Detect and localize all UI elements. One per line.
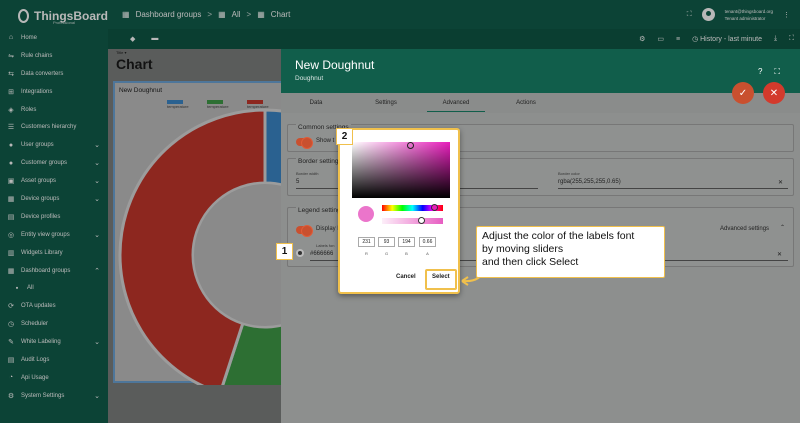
advanced-settings-label[interactable]: Advanced settings — [720, 226, 769, 232]
green-label: G — [384, 251, 389, 256]
select-button-highlight — [425, 269, 457, 290]
tab-advanced[interactable]: Advanced — [421, 93, 491, 113]
apply-button[interactable]: ✓ — [732, 82, 754, 104]
labels-font-input[interactable]: #666666 — [310, 251, 333, 257]
red-label: R — [365, 251, 368, 256]
border-color-underline — [558, 188, 788, 189]
blue-input[interactable]: 194 — [398, 237, 415, 247]
panel-title: New Doughnut — [295, 58, 375, 72]
blue-label: B — [405, 251, 408, 256]
red-input[interactable]: 231 — [358, 237, 375, 247]
app-root: ThingsBoard Professional ⌂ Home ⇋ Rule chai… — [0, 0, 800, 423]
alpha-slider[interactable] — [382, 218, 443, 224]
help-icon[interactable]: ? — [758, 67, 762, 77]
alpha-input[interactable]: 0.66 — [419, 237, 436, 247]
callout-line-3: and then click Select — [482, 256, 579, 268]
close-icon: ✕ — [769, 87, 779, 99]
instruction-callout: Adjust the color of the labels font by m… — [476, 226, 665, 278]
saturation-handle[interactable] — [407, 142, 414, 149]
cancel-button[interactable]: Cancel — [396, 274, 416, 280]
border-width-label: Border width — [296, 171, 319, 176]
display-legend-toggle[interactable] — [296, 225, 313, 237]
border-color-input[interactable]: rgba(255,255,255,0.65) — [558, 179, 621, 185]
chevron-up-icon[interactable]: ⌃ — [780, 224, 785, 231]
color-preview — [358, 206, 374, 222]
show-toggle-label: Show t — [316, 138, 335, 144]
panel-tabs: Data Settings Advanced Actions — [281, 93, 800, 113]
alpha-slider-handle[interactable] — [418, 217, 425, 224]
callout-line-2: by moving sliders — [482, 243, 564, 255]
tab-actions[interactable]: Actions — [491, 93, 561, 113]
saturation-area[interactable] — [352, 142, 450, 198]
panel-header: New Doughnut Doughnut ? ⛶ — [281, 49, 800, 93]
step-badge-2: 2 — [336, 128, 353, 145]
fullscreen-icon[interactable]: ⛶ — [774, 67, 780, 77]
border-settings-label: Border setting — [296, 158, 341, 165]
callout-line-1: Adjust the color of the labels font — [482, 230, 635, 242]
border-width-input[interactable]: 5 — [296, 179, 299, 185]
border-color-label: Border color — [558, 171, 580, 176]
tab-data[interactable]: Data — [281, 93, 351, 113]
show-toggle[interactable] — [296, 137, 313, 149]
color-swatch[interactable] — [296, 249, 304, 257]
green-input[interactable]: 93 — [378, 237, 395, 247]
clear-icon[interactable]: ✕ — [777, 251, 782, 258]
labels-font-label: Labels fon — [316, 243, 335, 248]
hue-slider-handle[interactable] — [431, 204, 438, 211]
clear-icon[interactable]: ✕ — [778, 179, 783, 186]
close-button[interactable]: ✕ — [763, 82, 785, 104]
color-picker-dialog: 231 93 194 0.66 R G B A Cancel Select — [338, 128, 460, 294]
panel-subtitle: Doughnut — [295, 75, 324, 82]
check-icon: ✓ — [738, 87, 748, 99]
tab-settings[interactable]: Settings — [351, 93, 421, 113]
step-badge-1: 1 — [276, 243, 293, 260]
legend-settings-label: Legend setting — [296, 207, 343, 214]
display-legend-label: Display l — [316, 226, 339, 232]
alpha-label: A — [426, 251, 429, 256]
